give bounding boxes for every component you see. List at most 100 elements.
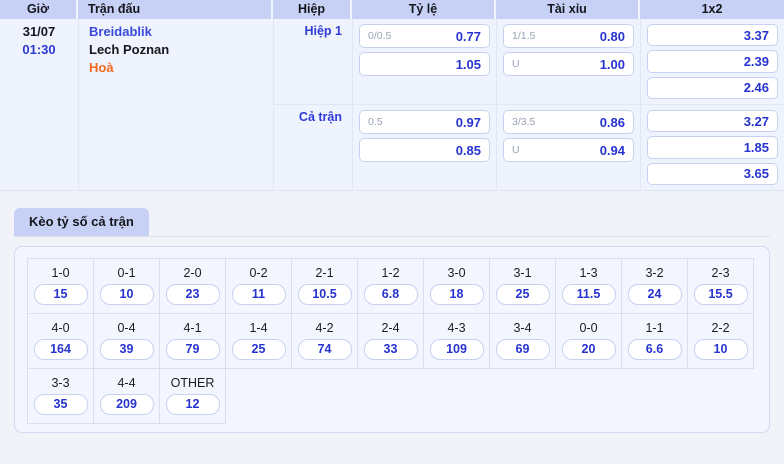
score-odds-button[interactable]: 15 xyxy=(34,284,88,305)
score-cell: 3-125 xyxy=(490,259,556,314)
score-cell: 2-023 xyxy=(160,259,226,314)
score-odds-button[interactable]: 25 xyxy=(232,339,286,360)
score-cell: 3-335 xyxy=(28,369,94,424)
overunder-odds: 1.00 xyxy=(600,57,625,72)
handicap-odds-box[interactable]: 0.85 xyxy=(359,138,490,162)
score-label: 4-0 xyxy=(28,321,93,335)
handicap-column: 0/0.5 0.77 1.05 0.5 0.97 0.85 xyxy=(352,19,496,190)
handicap-odds-box[interactable]: 1.05 xyxy=(359,52,490,76)
one-x-two-odds-box[interactable]: 3.65 xyxy=(647,163,778,185)
score-odds-button[interactable]: 24 xyxy=(628,284,682,305)
score-cell: 4-274 xyxy=(292,314,358,369)
score-cell: 1-3 11.5 xyxy=(556,259,622,314)
score-cell: 3-018 xyxy=(424,259,490,314)
half-labels-column: Hiệp 1 Cả trận xyxy=(273,19,352,190)
score-cell: 2-315.5 xyxy=(688,259,754,314)
one-x-two-half1: 3.37 2.39 2.46 xyxy=(641,19,784,104)
overunder-odds-box[interactable]: 1/1.5 0.80 xyxy=(503,24,634,48)
handicap-odds: 1.05 xyxy=(456,57,481,72)
score-cell: OTHER 12 xyxy=(160,369,226,424)
score-odds-button[interactable]: 74 xyxy=(298,339,352,360)
score-odds-button[interactable]: 20 xyxy=(562,339,616,360)
score-odds-button[interactable]: 18 xyxy=(430,284,484,305)
score-odds-button[interactable]: 35 xyxy=(34,394,88,415)
score-odds-button[interactable]: 69 xyxy=(496,339,550,360)
match-result-label: Hoà xyxy=(89,59,273,77)
score-label: 2-1 xyxy=(292,266,357,280)
score-label: 0-0 xyxy=(556,321,621,335)
score-odds-button[interactable]: 11 xyxy=(232,284,286,305)
correct-score-panel: 1-015 0-110 2-023 0-211 2-110.5 1-26.8 3… xyxy=(14,246,770,433)
score-label: 1-0 xyxy=(28,266,93,280)
overunder-odds-box[interactable]: U 1.00 xyxy=(503,52,634,76)
overunder-odds: 0.94 xyxy=(600,143,625,158)
score-odds-button[interactable]: 39 xyxy=(100,339,154,360)
score-odds-button[interactable]: 10.5 xyxy=(298,284,352,305)
score-odds-button[interactable]: 25 xyxy=(496,284,550,305)
score-odds-button[interactable]: 109 xyxy=(430,339,484,360)
one-x-two-odds: 2.46 xyxy=(744,80,769,95)
score-label: 1-3 xyxy=(556,266,621,280)
score-odds-button[interactable]: 164 xyxy=(34,339,88,360)
score-label: 4-2 xyxy=(292,321,357,335)
one-x-two-odds-box[interactable]: 2.46 xyxy=(647,77,778,99)
score-odds-button[interactable]: 209 xyxy=(100,394,154,415)
handicap-odds: 0.77 xyxy=(456,29,481,44)
score-label: 2-2 xyxy=(688,321,753,335)
score-odds-button[interactable]: 12 xyxy=(166,394,220,415)
handicap-odds-box[interactable]: 0.5 0.97 xyxy=(359,110,490,134)
score-cell: 4-4209 xyxy=(94,369,160,424)
one-x-two-odds-box[interactable]: 2.39 xyxy=(647,50,778,72)
overunder-odds-box[interactable]: U 0.94 xyxy=(503,138,634,162)
tab-correct-score-fulltime[interactable]: Kèo tỷ số cả trận xyxy=(14,208,149,236)
score-label: 0-1 xyxy=(94,266,159,280)
handicap-half1: 0/0.5 0.77 1.05 xyxy=(353,19,496,104)
header-match: Trận đấu xyxy=(78,0,273,19)
one-x-two-odds-box[interactable]: 1.85 xyxy=(647,136,778,158)
score-label: OTHER xyxy=(160,376,225,390)
one-x-two-odds: 3.65 xyxy=(744,166,769,181)
overunder-line: U xyxy=(512,58,520,70)
handicap-line: 0.5 xyxy=(368,116,383,128)
match-date: 31/07 xyxy=(0,23,78,41)
score-label: 3-4 xyxy=(490,321,555,335)
section-label-half1: Hiệp 1 xyxy=(274,19,352,38)
score-odds-button[interactable]: 15.5 xyxy=(694,284,748,305)
one-x-two-odds: 3.27 xyxy=(744,114,769,129)
score-odds-button[interactable]: 6.6 xyxy=(628,339,682,360)
match-teams-cell: Breidablik Lech Poznan Hoà xyxy=(78,19,273,190)
score-odds-button[interactable]: 11.5 xyxy=(562,284,616,305)
score-odds-button[interactable]: 23 xyxy=(166,284,220,305)
score-grid-row: 1-015 0-110 2-023 0-211 2-110.5 1-26.8 3… xyxy=(28,259,754,314)
score-cell: 3-224 xyxy=(622,259,688,314)
overunder-line: U xyxy=(512,144,520,156)
score-label: 3-0 xyxy=(424,266,489,280)
score-label: 1-4 xyxy=(226,321,291,335)
handicap-odds: 0.85 xyxy=(456,143,481,158)
handicap-odds-box[interactable]: 0/0.5 0.77 xyxy=(359,24,490,48)
overunder-line: 1/1.5 xyxy=(512,30,535,42)
score-odds-button[interactable]: 79 xyxy=(166,339,220,360)
overunder-odds: 0.80 xyxy=(600,29,625,44)
header-handicap: Tỷ lệ xyxy=(352,0,496,19)
score-grid-row: 3-335 4-4209 OTHER 12 xyxy=(28,369,754,424)
score-odds-button[interactable]: 6.8 xyxy=(364,284,418,305)
header-half: Hiệp xyxy=(273,0,352,19)
header-1x2: 1x2 xyxy=(640,0,784,19)
section-label-fulltime: Cả trận xyxy=(274,105,352,124)
one-x-two-odds: 2.39 xyxy=(744,54,769,69)
overunder-odds-box[interactable]: 3/3.5 0.86 xyxy=(503,110,634,134)
score-cell: 0-020 xyxy=(556,314,622,369)
score-cell: 1-015 xyxy=(28,259,94,314)
handicap-fulltime: 0.5 0.97 0.85 xyxy=(353,104,496,190)
one-x-two-odds-box[interactable]: 3.37 xyxy=(647,24,778,46)
correct-score-grid: 1-015 0-110 2-023 0-211 2-110.5 1-26.8 3… xyxy=(27,258,754,424)
score-cell: 1-16.6 xyxy=(622,314,688,369)
score-odds-button[interactable]: 33 xyxy=(364,339,418,360)
score-label: 0-4 xyxy=(94,321,159,335)
score-odds-button[interactable]: 10 xyxy=(100,284,154,305)
one-x-two-odds-box[interactable]: 3.27 xyxy=(647,110,778,132)
score-cell: 2-210 xyxy=(688,314,754,369)
score-odds-button[interactable]: 10 xyxy=(694,339,748,360)
score-cell: 0-211 xyxy=(226,259,292,314)
